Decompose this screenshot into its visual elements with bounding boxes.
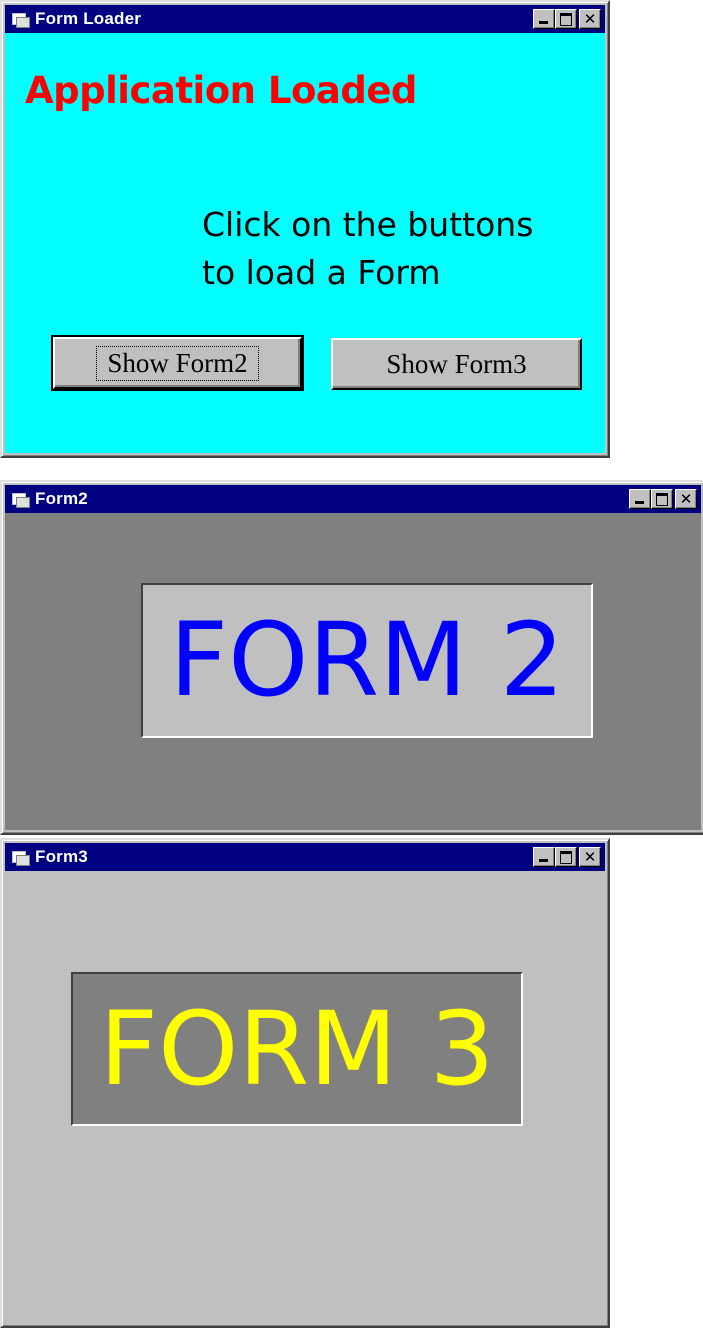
form2-titlebar[interactable]: Form2 ✕ [5,485,701,513]
form-loader-window: Form Loader ✕ Application Loaded Click o… [0,0,610,458]
show-form3-label: Show Form3 [386,348,527,379]
maximize-button[interactable] [555,847,577,867]
window-title: Form3 [35,847,88,866]
minimize-button[interactable] [629,489,651,509]
instructions-line-2: to load a Form [202,253,441,292]
instructions-line-1: Click on the buttons [202,205,534,244]
minimize-icon [635,501,644,504]
app-icon[interactable] [11,491,30,508]
close-icon: ✕ [679,490,693,508]
maximize-icon [560,851,572,864]
instructions-label: Click on the buttons to load a Form [202,201,533,297]
app-icon[interactable] [11,849,30,866]
close-button[interactable]: ✕ [675,489,697,509]
minimize-icon [539,859,548,862]
form2-client-area: FORM 2 [5,513,701,830]
close-icon: ✕ [583,848,597,866]
form3-window: Form3 ✕ FORM 3 [0,838,610,1328]
form3-label: FORM 3 [71,972,523,1126]
form-loader-client-area: Application Loaded Click on the buttons … [5,33,605,453]
window-title: Form2 [35,489,88,508]
minimize-icon [539,21,548,24]
maximize-button[interactable] [651,489,673,509]
close-button[interactable]: ✕ [579,847,601,867]
form2-window: Form2 ✕ FORM 2 [0,480,703,835]
maximize-button[interactable] [555,9,577,29]
show-form2-button[interactable]: Show Form2 [51,335,304,391]
form3-client-area: FORM 3 [5,871,605,1323]
form2-label: FORM 2 [141,583,593,738]
close-icon: ✕ [583,10,597,28]
window-title: Form Loader [35,9,142,28]
maximize-icon [560,13,572,26]
show-form3-button[interactable]: Show Form3 [331,338,582,390]
show-form2-label: Show Form2 [96,345,259,381]
app-icon[interactable] [11,11,30,28]
maximize-icon [656,493,668,506]
minimize-button[interactable] [533,9,555,29]
form-loader-titlebar[interactable]: Form Loader ✕ [5,5,605,33]
form3-titlebar[interactable]: Form3 ✕ [5,843,605,871]
minimize-button[interactable] [533,847,555,867]
application-loaded-heading: Application Loaded [25,69,417,112]
close-button[interactable]: ✕ [579,9,601,29]
